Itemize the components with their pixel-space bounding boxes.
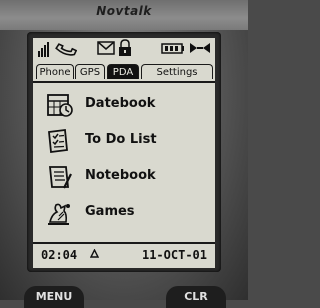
games-icon — [48, 203, 70, 225]
battery-icon — [161, 43, 184, 54]
clock-bar: 02:04 11-OCT-01 — [33, 242, 215, 268]
envelope-icon — [97, 41, 115, 55]
lcd-screen: Phone GPS PDA Settings Datebook To Do Li… — [33, 38, 215, 268]
phone-handset-icon — [55, 43, 77, 56]
notebook-icon — [49, 166, 72, 189]
clock-time: 02:04 — [41, 248, 78, 262]
menu-item-games[interactable]: Games — [33, 196, 215, 230]
clear-softkey[interactable]: CLR — [166, 286, 226, 308]
tab-phone[interactable]: Phone — [36, 64, 74, 79]
status-bar — [33, 38, 215, 60]
tab-bar: Phone GPS PDA Settings — [33, 64, 215, 83]
menu-item-todo-list[interactable]: To Do List — [33, 124, 215, 158]
menu-softkey[interactable]: MENU — [24, 286, 84, 308]
clock-date: 11-OCT-01 — [141, 248, 207, 262]
menu-item-label: Datebook — [85, 96, 156, 111]
menu-item-label: Games — [85, 204, 135, 219]
tab-settings[interactable]: Settings — [141, 64, 213, 79]
datebook-icon — [47, 94, 73, 117]
tab-gps[interactable]: GPS — [75, 64, 105, 79]
tab-pda[interactable]: PDA — [107, 64, 139, 79]
pda-menu-list: Datebook To Do List Notebook Games — [33, 88, 215, 238]
menu-item-notebook[interactable]: Notebook — [33, 160, 215, 194]
clock-am-pm-icon — [90, 249, 99, 258]
lock-icon — [119, 39, 131, 56]
brand-logo: Novtalk — [96, 4, 152, 18]
ring-volume-icon — [190, 43, 210, 53]
menu-item-datebook[interactable]: Datebook — [33, 88, 215, 122]
menu-item-label: Notebook — [85, 168, 156, 183]
todo-list-icon — [48, 128, 68, 154]
signal-strength-icon — [38, 42, 49, 57]
menu-item-label: To Do List — [85, 132, 157, 147]
